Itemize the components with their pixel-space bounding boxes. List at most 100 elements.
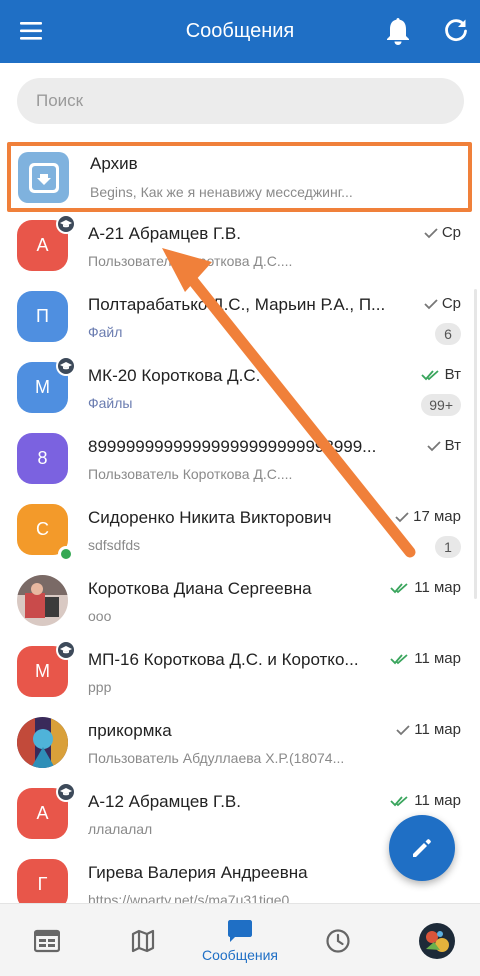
graduation-cap-icon — [56, 640, 76, 660]
chat-time: 11 мар — [414, 792, 461, 809]
unread-count-badge: 6 — [435, 323, 461, 345]
double-check-icon — [390, 795, 408, 806]
check-icon — [396, 724, 410, 735]
chat-name: МП-16 Короткова Д.С. и Коротко... — [88, 650, 359, 669]
chat-name: МК-20 Короткова Д.С. — [88, 366, 261, 385]
chat-row[interactable]: прикормка Пользователь Абдуллаева Х.Р.(18… — [0, 707, 480, 778]
chat-preview: Файл — [88, 324, 123, 340]
chat-time: 11 мар — [414, 579, 461, 596]
chat-meta: 11 мар — [390, 579, 461, 596]
avatar-initial: П — [36, 306, 49, 326]
chat-meta: Ср — [424, 224, 461, 241]
double-check-icon — [420, 369, 439, 380]
avatar-initial: М — [35, 661, 50, 681]
avatar-initial: 8 — [37, 448, 48, 468]
chat-row[interactable]: А А-21 Абрамцев Г.В. Пользователь Коротков… — [0, 210, 480, 281]
archive-row[interactable]: Архив Begins, Как же я ненавижу месседжи… — [0, 139, 480, 212]
online-indicator — [58, 546, 74, 562]
chat-meta: 17 мар — [395, 508, 461, 525]
scrollbar[interactable] — [474, 289, 477, 599]
avatar-initial: М — [35, 377, 50, 397]
tab-messages[interactable]: Сообщения — [195, 904, 285, 976]
map-icon — [131, 929, 155, 952]
chat-name: А-12 Абрамцев Г.В. — [88, 792, 241, 811]
search-bar — [0, 63, 480, 139]
check-icon — [395, 511, 409, 522]
bell-icon[interactable] — [384, 16, 412, 46]
tab-profile[interactable] — [412, 904, 462, 976]
bottom-navigation: Сообщения — [0, 903, 480, 976]
chat-name: прикормка — [88, 721, 172, 740]
chat-name: Короткова Диана Сергеевна — [88, 579, 312, 598]
avatar — [17, 575, 68, 626]
graduation-cap-icon — [56, 782, 76, 802]
chat-preview: ооо — [88, 608, 112, 624]
chat-preview: https://wparty.net/s/ma7u31tige0... — [88, 892, 301, 903]
avatar: П — [17, 291, 68, 342]
check-icon — [426, 440, 441, 451]
chat-row[interactable]: М МП-16 Короткова Д.С. и Коротко... ррр 11 … — [0, 636, 480, 707]
check-icon — [424, 298, 438, 309]
archive-avatar — [18, 152, 69, 203]
archive-icon — [28, 162, 59, 193]
chat-row[interactable]: 8 89999999999999999999999998999... Пользов… — [0, 423, 480, 494]
chat-time: Ср — [441, 295, 461, 312]
unread-count-badge: 99+ — [421, 394, 461, 416]
avatar-initial: С — [36, 519, 49, 539]
chat-name: А-21 Абрамцев Г.В. — [88, 224, 241, 243]
avatar-initial: Г — [37, 874, 48, 894]
chat-name: Гирева Валерия Андреевна — [88, 863, 308, 882]
avatar — [17, 717, 68, 768]
chat-meta: Вт — [426, 437, 461, 454]
avatar: Г — [17, 859, 68, 903]
chat-icon — [228, 919, 252, 942]
chat-list: Архив Begins, Как же я ненавижу месседжи… — [0, 139, 480, 903]
clock-icon — [326, 928, 350, 953]
chat-name: Сидоренко Никита Викторович — [88, 508, 332, 527]
archive-title: Архив — [90, 154, 138, 173]
chat-row[interactable]: С Сидоренко Никита Викторович sdfsdfds 17 м… — [0, 494, 480, 565]
graduation-cap-icon — [56, 356, 76, 376]
avatar-initial: А — [36, 803, 49, 823]
chat-preview: Пользователь Короткова Д.С.... — [88, 466, 293, 482]
compose-button[interactable] — [389, 815, 455, 881]
search-field[interactable] — [17, 78, 464, 124]
chat-preview: ллалалал — [88, 821, 153, 837]
graduation-cap-icon — [56, 214, 76, 234]
chat-preview: ррр — [88, 679, 112, 695]
unread-count-badge: 1 — [435, 536, 461, 558]
chat-meta: 11 мар — [390, 792, 461, 809]
double-check-icon — [390, 653, 408, 664]
tab-messages-label: Сообщения — [202, 946, 278, 963]
double-check-icon — [390, 582, 408, 593]
search-input[interactable] — [17, 78, 464, 124]
chat-meta: Ср — [424, 295, 461, 312]
tab-history[interactable] — [313, 904, 363, 976]
chat-preview: sdfsdfds — [88, 537, 141, 553]
calendar-icon — [34, 929, 60, 952]
chat-time: 11 мар — [414, 650, 461, 667]
archive-highlight-box: Архив Begins, Как же я ненавижу месседжи… — [7, 142, 472, 212]
chat-row[interactable]: М МК-20 Короткова Д.С. Файлы Вт 99+ — [0, 352, 480, 423]
chat-time: 17 мар — [413, 508, 461, 525]
chat-time: Ср — [441, 224, 461, 241]
pencil-icon — [413, 839, 431, 857]
tab-schedule[interactable] — [22, 904, 72, 976]
avatar-initial: А — [36, 235, 49, 255]
chat-row[interactable]: П Полтарабатько Д.С., Марьин Р.А., П... Фа… — [0, 281, 480, 352]
chat-preview: Пользователь Короткова Д.С.... — [88, 253, 293, 269]
refresh-icon[interactable] — [443, 17, 469, 43]
profile-avatar — [419, 922, 455, 959]
tab-map[interactable] — [118, 904, 168, 976]
chat-row[interactable]: Короткова Диана Сергеевна ооо 11 мар — [0, 565, 480, 636]
chat-name: 89999999999999999999999998999... — [88, 437, 377, 456]
chat-time: Вт — [444, 366, 461, 383]
chat-meta: Вт — [420, 366, 461, 383]
avatar: 8 — [17, 433, 68, 484]
chat-name: Полтарабатько Д.С., Марьин Р.А., П... — [88, 295, 386, 314]
chat-preview: Файлы — [88, 395, 133, 411]
chat-meta: 11 мар — [396, 721, 461, 738]
check-icon — [424, 227, 438, 238]
app-header: Сообщения — [0, 0, 480, 63]
chat-time: 11 мар — [414, 721, 461, 738]
